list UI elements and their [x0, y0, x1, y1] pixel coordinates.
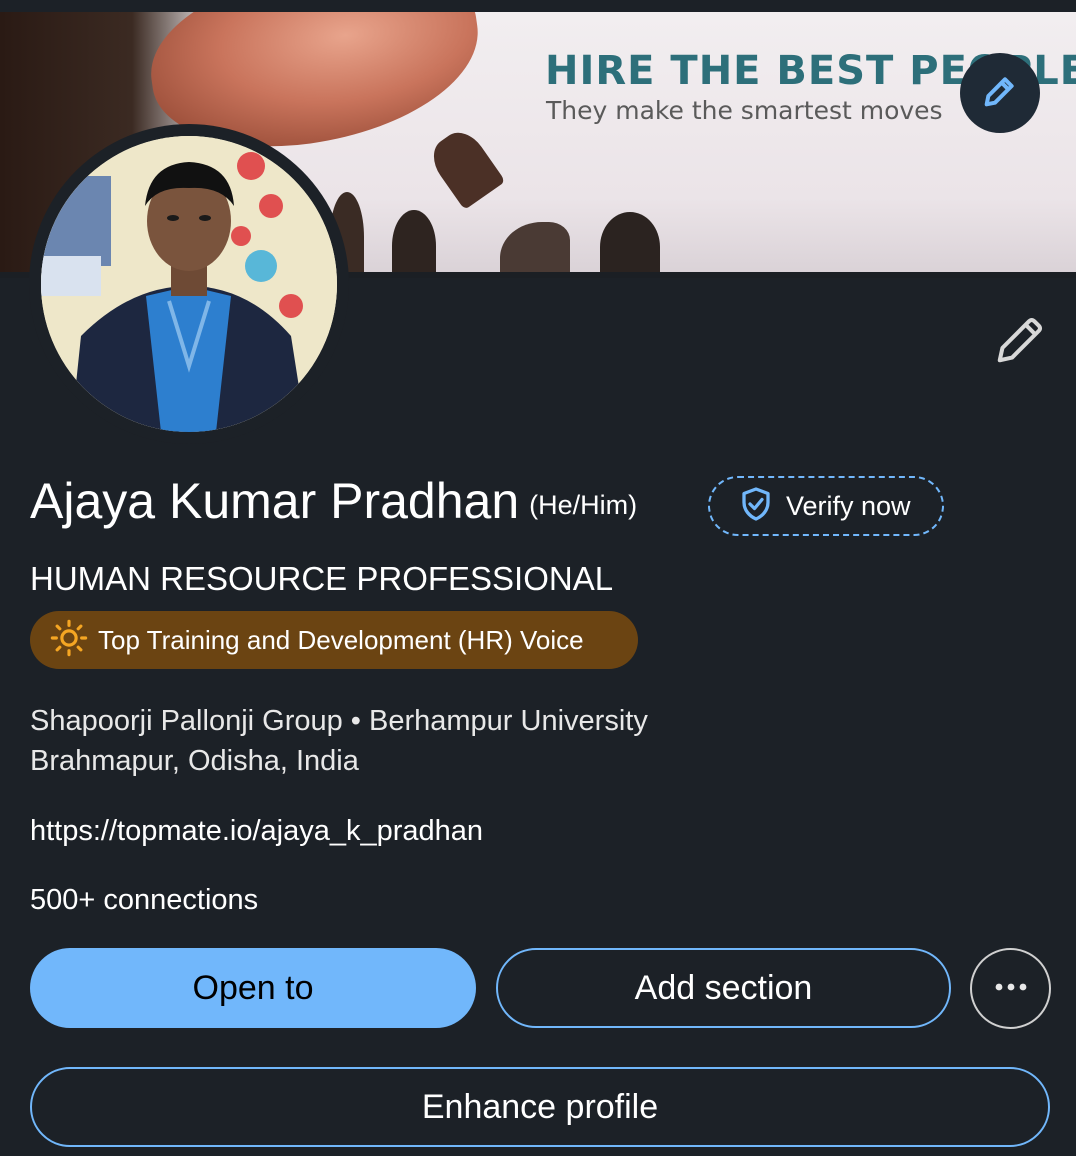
- connections-link[interactable]: 500+ connections: [30, 884, 258, 917]
- status-strip: [0, 0, 1076, 12]
- name-row: Ajaya Kumar Pradhan (He/Him): [30, 472, 637, 530]
- edit-banner-button[interactable]: [960, 53, 1040, 133]
- enhance-profile-button[interactable]: Enhance profile: [30, 1067, 1050, 1147]
- chess-piece: [600, 212, 660, 278]
- pronouns: (He/Him): [529, 489, 638, 520]
- pencil-icon: [980, 71, 1020, 116]
- profile-photo[interactable]: [29, 124, 349, 444]
- location-text: Brahmapur, Odisha, India: [30, 745, 359, 777]
- top-voice-label: Top Training and Development (HR) Voice: [98, 624, 584, 655]
- shield-check-icon: [738, 486, 774, 527]
- edit-intro-button[interactable]: [990, 312, 1050, 372]
- profile-headline: HUMAN RESOURCE PROFESSIONAL: [30, 560, 614, 597]
- chess-piece: [392, 210, 436, 278]
- add-section-button[interactable]: Add section: [496, 948, 951, 1028]
- ellipsis-icon: [993, 980, 1029, 998]
- chess-piece: [424, 123, 506, 211]
- sun-icon: [50, 619, 88, 662]
- verify-now-label: Verify now: [786, 490, 911, 521]
- website-link[interactable]: https://topmate.io/ajaya_k_pradhan: [30, 815, 483, 848]
- organizations-text[interactable]: Shapoorji Pallonji Group • Berhampur Uni…: [30, 705, 648, 738]
- banner-subtitle: They make the smartest moves: [546, 96, 943, 125]
- verify-now-button[interactable]: Verify now: [708, 476, 944, 536]
- pencil-icon: [993, 313, 1047, 372]
- open-to-button[interactable]: Open to: [30, 948, 476, 1028]
- more-actions-button[interactable]: [970, 948, 1051, 1029]
- profile-name: Ajaya Kumar Pradhan: [30, 473, 520, 529]
- top-voice-badge[interactable]: Top Training and Development (HR) Voice: [30, 611, 638, 669]
- chess-piece: [500, 222, 570, 278]
- avatar: [41, 136, 337, 432]
